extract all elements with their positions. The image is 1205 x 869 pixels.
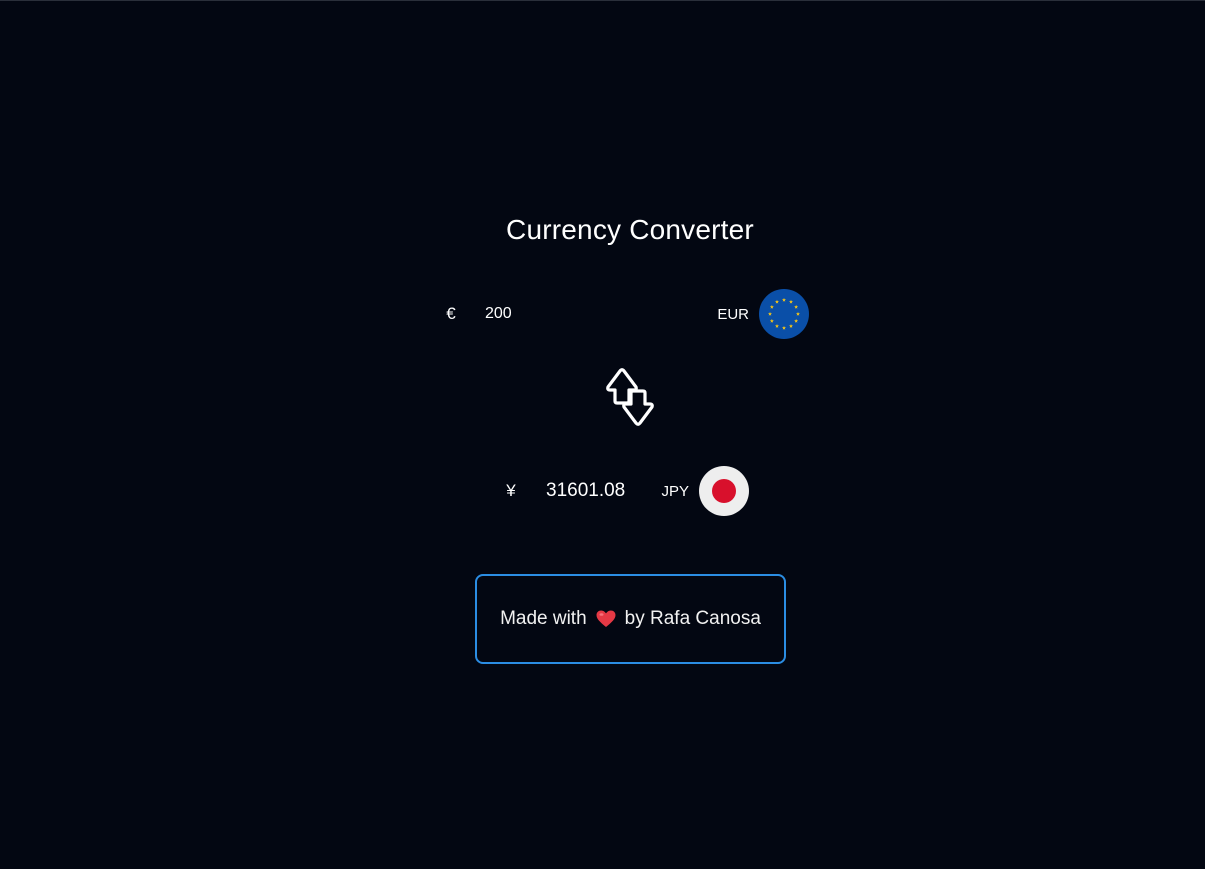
eu-star	[782, 325, 786, 330]
jp-flag-icon[interactable]	[699, 466, 749, 516]
credit-box: Made with by Rafa Canosa	[475, 574, 786, 664]
eu-star	[768, 311, 772, 316]
eu-star	[794, 318, 799, 323]
to-currency-code[interactable]: JPY	[661, 483, 689, 500]
eu-star	[769, 304, 774, 309]
eu-star	[796, 311, 800, 316]
from-amount-input[interactable]	[485, 305, 685, 323]
eu-stars	[768, 297, 800, 330]
credit-author: by Rafa Canosa	[624, 608, 761, 629]
eu-star	[789, 324, 793, 328]
swap-button[interactable]	[602, 365, 658, 429]
to-currency-row: ¥ JPY	[497, 466, 749, 516]
heart-icon	[596, 610, 616, 628]
eu-star	[769, 318, 774, 323]
jp-sun-disc	[712, 479, 736, 503]
from-currency-code[interactable]: EUR	[717, 306, 749, 323]
from-currency-row: € EUR	[437, 289, 809, 339]
page-title: Currency Converter	[506, 214, 754, 245]
from-currency-symbol: €	[446, 304, 456, 323]
credit-prefix: Made with	[500, 608, 587, 629]
app-root: Currency Converter € EUR ¥ JPY	[0, 0, 1205, 869]
eu-star	[794, 304, 799, 309]
to-currency-symbol: ¥	[506, 481, 516, 500]
eu-star	[775, 324, 779, 328]
swap-arrows-icon	[606, 368, 654, 426]
eu-star	[775, 299, 779, 304]
eu-star	[782, 297, 786, 302]
eu-flag-icon[interactable]	[759, 289, 809, 339]
to-amount-output[interactable]	[546, 480, 636, 502]
eu-star	[789, 299, 793, 304]
